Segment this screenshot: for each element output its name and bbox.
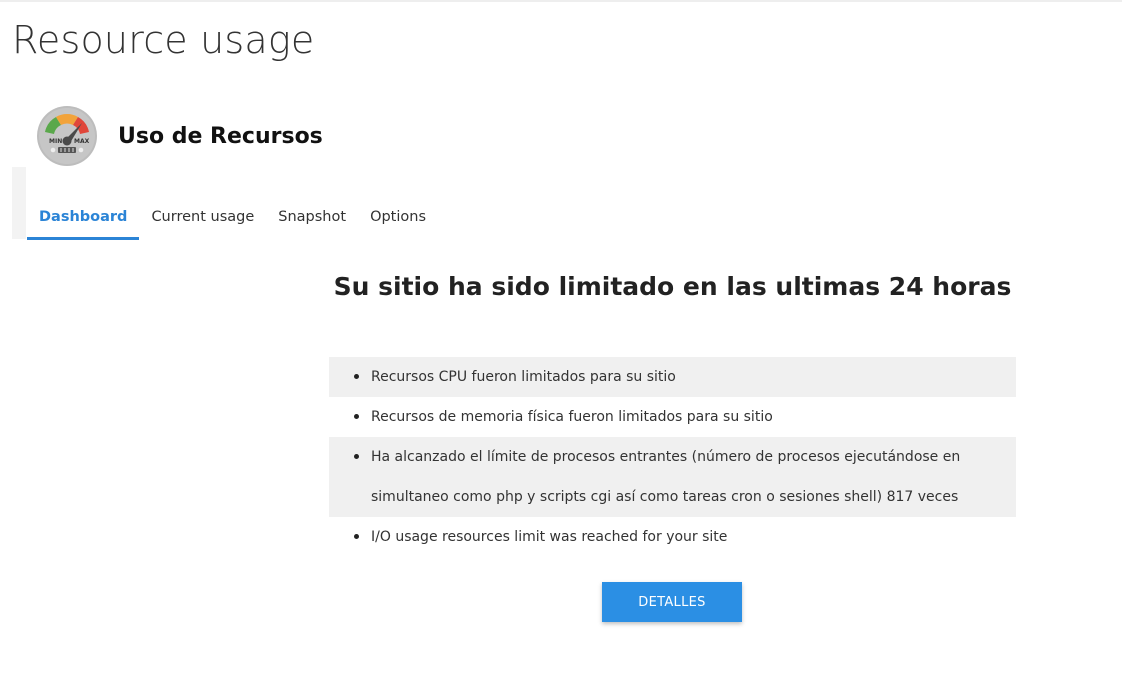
top-border <box>0 0 1122 2</box>
bullet-icon <box>354 414 359 419</box>
notice-text: Recursos de memoria física fueron limita… <box>371 409 773 425</box>
tab-snapshot[interactable]: Snapshot <box>266 196 358 240</box>
gauge-min-label: MIN <box>49 138 62 145</box>
tab-options[interactable]: Options <box>358 196 438 240</box>
notice-item-io: I/O usage resources limit was reached fo… <box>329 517 1016 557</box>
plugin-title: Uso de Recursos <box>118 123 323 149</box>
notice-text: Ha alcanzado el límite de procesos entra… <box>371 449 961 505</box>
notice-text: I/O usage resources limit was reached fo… <box>371 529 728 545</box>
gauge-icon: MIN MAX <box>37 106 97 166</box>
page-title: Resource usage <box>12 18 315 62</box>
plugin-header: MIN MAX Uso de Recursos <box>36 105 323 167</box>
side-strip <box>12 167 26 239</box>
notice-item-memory: Recursos de memoria física fueron limita… <box>329 397 1016 437</box>
notice-item-processes: Ha alcanzado el límite de procesos entra… <box>329 437 1016 517</box>
details-button[interactable]: DETALLES <box>602 582 742 622</box>
tab-bar: Dashboard Current usage Snapshot Options <box>27 196 438 240</box>
bullet-icon <box>354 534 359 539</box>
tab-current-usage[interactable]: Current usage <box>139 196 266 240</box>
tab-dashboard[interactable]: Dashboard <box>27 196 140 240</box>
bullet-icon <box>354 374 359 379</box>
limit-heading: Su sitio ha sido limitado en las ultimas… <box>333 272 1012 301</box>
bullet-icon <box>354 454 359 459</box>
notice-text: Recursos CPU fueron limitados para su si… <box>371 369 676 385</box>
gauge-max-label: MAX <box>74 138 90 145</box>
notice-list: Recursos CPU fueron limitados para su si… <box>329 357 1016 557</box>
notice-item-cpu: Recursos CPU fueron limitados para su si… <box>329 357 1016 397</box>
